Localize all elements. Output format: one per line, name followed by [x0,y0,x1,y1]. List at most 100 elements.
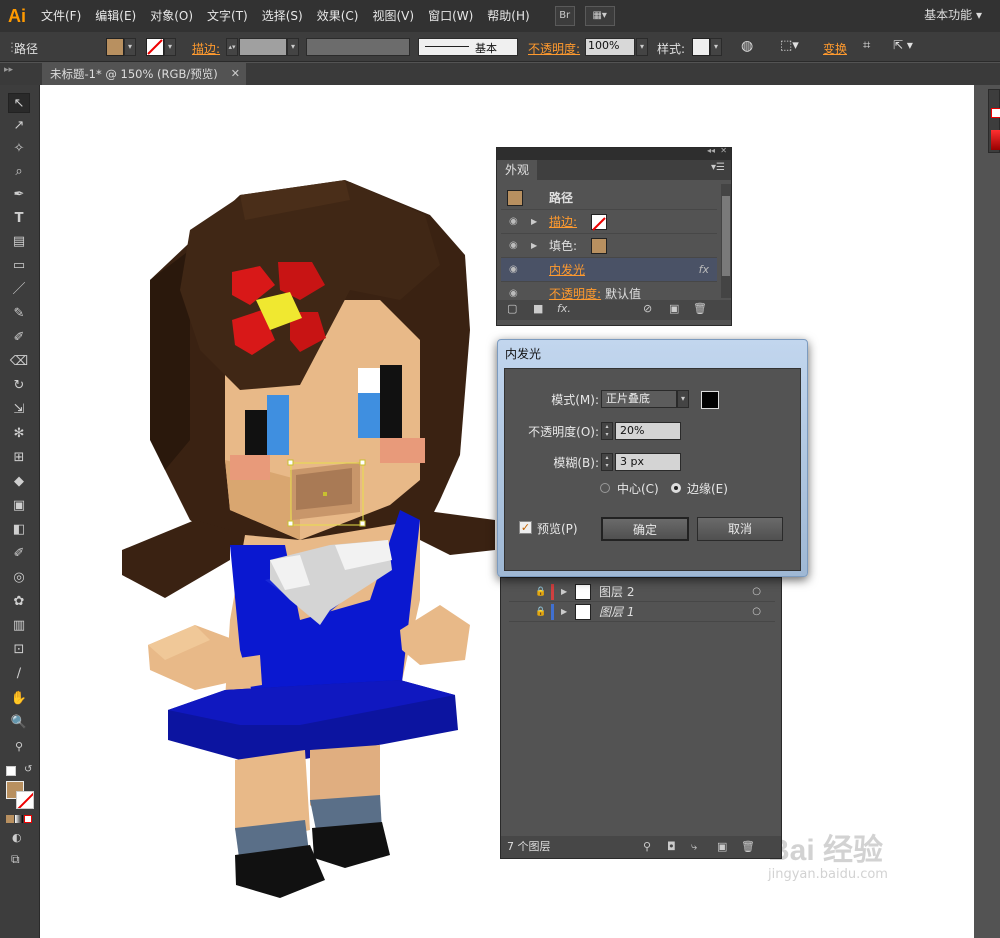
stroke-none-swatch[interactable] [146,38,164,56]
bridge-button[interactable]: Br [554,6,575,26]
center-radio[interactable] [600,483,610,493]
stroke-weight-stepper[interactable]: ▴▾ [226,38,238,56]
stroke-color-box[interactable] [16,791,34,809]
gradient-mode-icon[interactable] [15,815,23,823]
scrollbar-thumb[interactable] [722,196,730,276]
menu-file[interactable]: 文件(F) [34,0,88,32]
clear-appearance-icon[interactable]: ⊘ [643,302,652,315]
menu-object[interactable]: 对象(O) [143,0,200,32]
shape-builder-tool-icon[interactable]: ◆ [8,472,30,492]
collapse-icon[interactable]: ◂◂ [707,146,715,155]
panel-menu-icon[interactable]: ▾☰ [711,162,725,173]
graphic-style-dropdown[interactable]: ▾ [710,38,722,56]
appearance-row-inner-glow[interactable]: ◉ 内发光 fx [501,258,717,282]
layer-row[interactable]: 🔒 ▶ 图层 1 ○ [509,602,775,622]
stroke-label[interactable]: 描边: [192,40,220,57]
ok-button[interactable]: 确定 [601,517,689,541]
lock-icon[interactable]: 🔒 [535,582,546,602]
stroke-none-swatch[interactable] [591,214,607,231]
collapsed-color-panel[interactable] [988,89,1000,153]
align-icon[interactable]: ⬚▾ [780,38,799,53]
panel-menu-icon[interactable]: ⇱ ▾ [893,38,913,52]
rotate-tool-icon[interactable]: ↻ [8,376,30,396]
symbol-sprayer-tool-icon[interactable]: ▥ [8,616,30,636]
column-graph-tool-icon[interactable]: ⊡ [8,640,30,660]
lasso-tool-icon[interactable]: ⌕ [8,162,30,182]
target-circle-icon[interactable]: ○ [752,582,761,602]
eraser-tool-icon[interactable]: ⌫ [8,352,30,372]
opacity-label[interactable]: 不透明度: [528,40,580,57]
appearance-row-fill[interactable]: ◉ ▶ 填色: [501,234,717,258]
close-icon[interactable]: ✕ [720,146,727,155]
fill-swatch[interactable] [591,238,607,254]
appearance-scrollbar[interactable] [721,184,731,298]
expand-triangle-icon[interactable]: ▶ [561,582,567,602]
document-tab[interactable]: 未标题-1* @ 150% (RGB/预览) ✕ [42,63,246,85]
blur-stepper[interactable]: ▴ ▾ [601,453,613,471]
layer-name[interactable]: 图层 1 [599,602,634,622]
locate-object-icon[interactable]: ⚲ [643,836,651,858]
lock-icon[interactable]: 🔒 [535,602,546,622]
opacity-input[interactable]: 100% [585,38,635,56]
swap-colors-icon[interactable]: ↺ [24,764,32,775]
selection-tool-icon[interactable]: ↖ [8,93,30,113]
none-mode-icon[interactable] [24,815,32,823]
direct-selection-tool-icon[interactable]: ↗ [8,116,30,136]
scale-tool-icon[interactable]: ⇲ [8,400,30,420]
screen-mode-icon[interactable]: ⧉ [11,852,20,867]
expand-triangle-icon[interactable]: ▶ [531,234,537,258]
cancel-button[interactable]: 取消 [697,517,783,541]
expand-triangle-icon[interactable]: ▶ [531,210,537,234]
zoom-tool-icon[interactable]: ⚲ [8,737,30,757]
menu-help[interactable]: 帮助(H) [480,0,536,32]
pencil-tool-icon[interactable]: ✎ [8,304,30,324]
visibility-eye-icon[interactable]: ◉ [509,258,518,282]
brush-definition-dropdown[interactable]: 基本 [418,38,518,56]
hand-tool-icon[interactable]: 🔍 [8,713,30,733]
menu-effect[interactable]: 效果(C) [310,0,366,32]
warp-tool-icon[interactable]: ✻ [8,424,30,444]
stroke-dropdown-arrow[interactable]: ▾ [164,38,176,56]
blob-brush-tool-icon[interactable]: ✐ [8,328,30,348]
glow-color-swatch[interactable] [701,391,719,409]
delete-item-icon[interactable]: 🗑 [693,302,707,315]
center-label[interactable]: 中心(C) [617,480,659,497]
menu-select[interactable]: 选择(S) [255,0,310,32]
color-mode-icon[interactable] [6,815,14,823]
perspective-grid-tool-icon[interactable]: ▣ [8,496,30,516]
menu-window[interactable]: 窗口(W) [421,0,480,32]
artboard-tool-icon[interactable]: ∕ [8,664,30,684]
workspace-switcher[interactable]: 基本功能 ▾ [924,0,982,32]
opacity-stepper[interactable]: ▴ ▾ [601,422,613,440]
menu-type[interactable]: 文字(T) [200,0,255,32]
blend-mode-select[interactable]: 正片叠底 [601,390,677,408]
collapse-icon[interactable]: ▸▸ [4,65,13,75]
appearance-row-stroke[interactable]: ◉ ▶ 描边: [501,210,717,234]
edge-radio[interactable] [671,483,681,493]
close-icon[interactable]: ✕ [231,63,240,85]
line-tool-icon[interactable]: ▤ [8,232,30,252]
slice-tool-icon[interactable]: ✋ [8,689,30,709]
target-circle-icon[interactable]: ○ [752,602,761,622]
isolate-icon[interactable]: ⌗ [863,38,870,53]
clipping-mask-icon[interactable]: ◘ [667,836,676,858]
visibility-eye-icon[interactable]: ◉ [509,210,518,234]
default-colors-icon[interactable] [6,766,16,776]
appearance-stroke-label[interactable]: 描边: [549,210,577,234]
appearance-effect-label[interactable]: 内发光 [549,258,585,282]
variable-width-profile[interactable] [306,38,410,56]
panel-grip[interactable]: ◂◂ ✕ [497,146,731,160]
edge-label[interactable]: 边缘(E) [687,480,728,497]
recolor-icon[interactable]: ◍ [741,38,753,54]
menu-view[interactable]: 视图(V) [365,0,421,32]
delete-layer-icon[interactable]: 🗑 [741,836,755,858]
pen-tool-icon[interactable]: ✒ [8,185,30,205]
fill-swatch[interactable] [106,38,124,56]
drawing-mode-icon[interactable]: ◐ [12,831,22,844]
add-fill-icon[interactable]: ■ [533,302,543,315]
mesh-tool-icon[interactable]: ◧ [8,520,30,540]
stroke-weight-input[interactable] [239,38,287,56]
graphic-style-swatch[interactable] [692,38,710,56]
transform-label[interactable]: 变换 [823,40,847,57]
layer-name[interactable]: 图层 2 [599,582,634,602]
